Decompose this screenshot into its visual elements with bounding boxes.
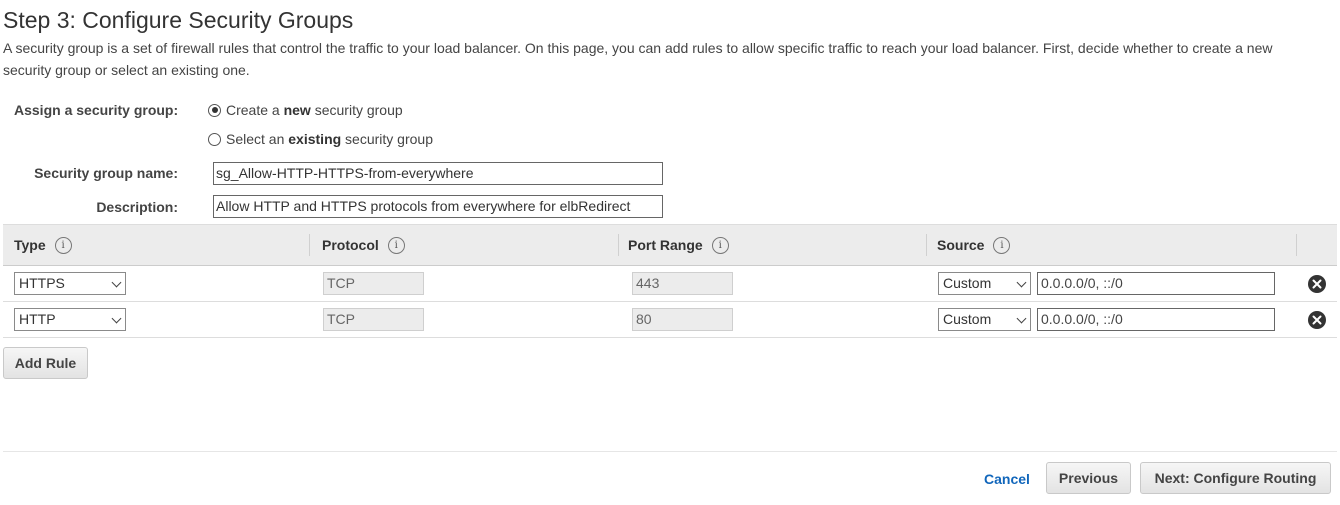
rule-protocol-field: TCP bbox=[323, 308, 424, 331]
rule-source-input[interactable]: 0.0.0.0/0, ::/0 bbox=[1037, 308, 1275, 331]
description-input[interactable]: Allow HTTP and HTTPS protocols from ever… bbox=[213, 195, 663, 218]
page-description: A security group is a set of firewall ru… bbox=[3, 40, 1273, 78]
rule-port-range-field: 443 bbox=[632, 272, 733, 295]
page-title: Step 3: Configure Security Groups bbox=[3, 7, 354, 33]
column-divider bbox=[926, 234, 927, 256]
rule-type-select[interactable]: HTTP bbox=[14, 308, 126, 331]
radio-create-new-security-group[interactable]: Create a new security group bbox=[208, 102, 403, 118]
info-icon[interactable]: i bbox=[54, 236, 72, 254]
previous-button[interactable]: Previous bbox=[1046, 462, 1131, 494]
rule-type-select[interactable]: HTTPS bbox=[14, 272, 126, 295]
info-icon[interactable]: i bbox=[711, 236, 729, 254]
next-configure-routing-button[interactable]: Next: Configure Routing bbox=[1140, 462, 1331, 494]
column-divider bbox=[618, 234, 619, 256]
security-group-name-label: Security group name: bbox=[34, 165, 178, 181]
radio-select-existing-security-group[interactable]: Select an existing security group bbox=[208, 131, 433, 147]
rule-port-range-field: 80 bbox=[632, 308, 733, 331]
rule-source-type-select[interactable]: Custom bbox=[938, 308, 1031, 331]
add-rule-button[interactable]: Add Rule bbox=[3, 347, 88, 379]
column-header-source: Source i bbox=[937, 225, 1011, 265]
remove-rule-icon[interactable] bbox=[1308, 311, 1326, 329]
table-row: HTTPS TCP 443 Custom 0.0.0.0/0, ::/0 bbox=[3, 266, 1337, 302]
column-header-type: Type i bbox=[14, 225, 72, 265]
radio-create-new-label: Create a new security group bbox=[226, 102, 403, 118]
chevron-down-icon bbox=[111, 277, 122, 288]
rule-source-input[interactable]: 0.0.0.0/0, ::/0 bbox=[1037, 272, 1275, 295]
column-header-port-range: Port Range i bbox=[628, 225, 729, 265]
security-group-name-input[interactable]: sg_Allow-HTTP-HTTPS-from-everywhere bbox=[213, 162, 663, 185]
cancel-link[interactable]: Cancel bbox=[984, 471, 1030, 487]
footer-divider bbox=[3, 451, 1337, 452]
chevron-down-icon bbox=[111, 313, 122, 324]
column-divider bbox=[1296, 234, 1297, 256]
rules-table-header: Type i Protocol i Port Range i Source i bbox=[3, 224, 1337, 266]
chevron-down-icon bbox=[1016, 277, 1027, 288]
assign-security-group-label: Assign a security group: bbox=[14, 102, 179, 118]
radio-select-existing-label: Select an existing security group bbox=[226, 131, 433, 147]
description-label: Description: bbox=[96, 199, 178, 215]
radio-button-icon[interactable] bbox=[208, 103, 221, 117]
column-divider bbox=[309, 234, 310, 256]
column-header-protocol: Protocol i bbox=[322, 225, 405, 265]
info-icon[interactable]: i bbox=[993, 236, 1011, 254]
radio-button-icon[interactable] bbox=[208, 132, 221, 146]
remove-rule-icon[interactable] bbox=[1308, 275, 1326, 293]
rule-protocol-field: TCP bbox=[323, 272, 424, 295]
info-icon[interactable]: i bbox=[387, 236, 405, 254]
rule-source-type-select[interactable]: Custom bbox=[938, 272, 1031, 295]
table-row: HTTP TCP 80 Custom 0.0.0.0/0, ::/0 bbox=[3, 302, 1337, 338]
chevron-down-icon bbox=[1016, 313, 1027, 324]
